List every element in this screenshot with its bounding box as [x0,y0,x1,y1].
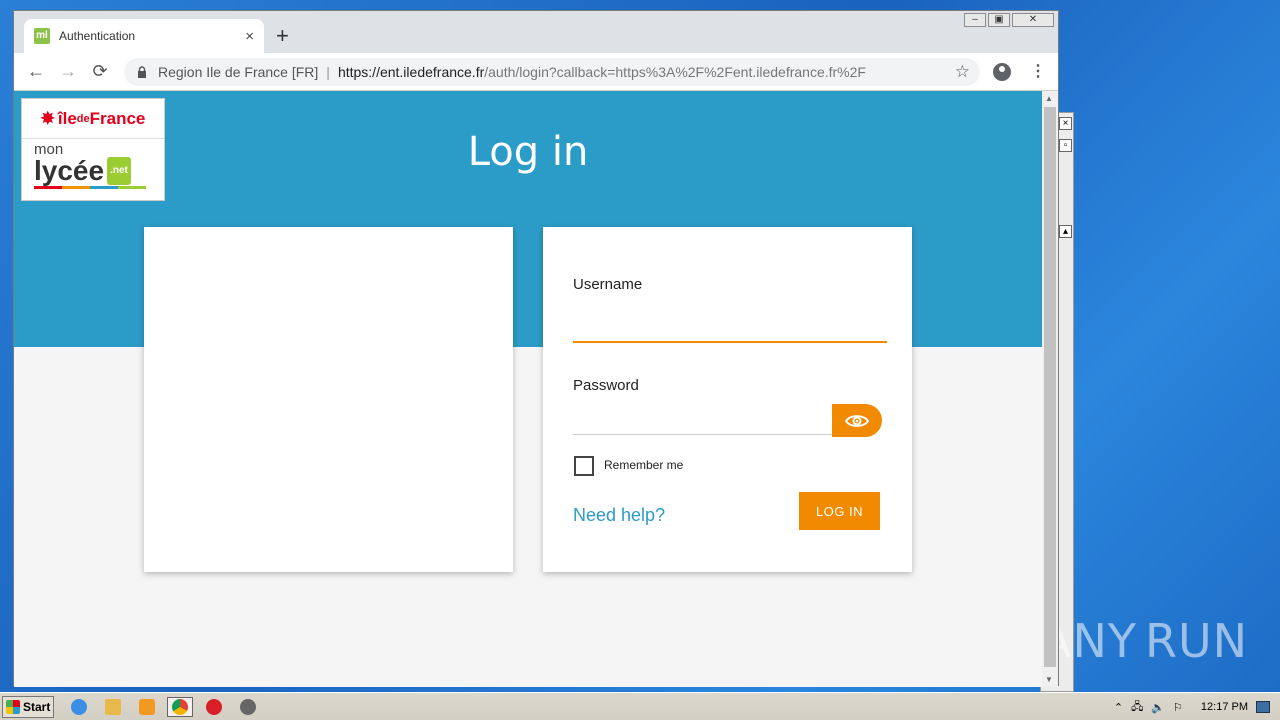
tab-bar: ml Authentication × + ‒ ▣ ✕ [14,11,1058,53]
page-title: Log in [467,129,589,175]
login-button[interactable]: LOG IN [799,492,880,530]
back-button[interactable]: ← [25,61,47,82]
window-controls: ‒ ▣ ✕ [964,13,1054,27]
site-identity: Region Ile de France [FR] [158,64,319,80]
start-label: Start [23,700,51,714]
logo-ile: île [57,108,77,128]
media-player-taskbar-icon[interactable] [134,697,160,717]
maximize-icon[interactable]: ▣ [988,13,1010,27]
explorer-taskbar-icon[interactable] [100,697,126,717]
bookmark-star-icon[interactable]: ☆ [955,62,970,82]
remember-me-label: Remember me [604,458,684,472]
opera-taskbar-icon[interactable] [201,697,227,717]
browser-toolbar: ← → ⟳ Region Ile de France [FR] | https:… [14,53,1058,91]
new-tab-button[interactable]: + [276,25,289,47]
show-password-button[interactable] [832,404,882,437]
watermark-right: RUN [1144,614,1249,668]
opera-icon [206,699,222,715]
bg-nav-icon[interactable]: ▴ [1059,225,1072,238]
logo-star-icon: ✸ [40,108,55,128]
close-window-icon[interactable]: ✕ [1012,13,1054,27]
ie-taskbar-icon[interactable] [66,697,92,717]
account-icon[interactable] [993,63,1011,81]
username-label: Username [573,276,643,293]
url-host: https://ent.iledefrance.fr [337,64,485,80]
remember-me-checkbox[interactable] [574,456,594,476]
bg-close-icon[interactable]: × [1059,117,1072,130]
menu-icon[interactable]: ⋮ [1030,61,1046,81]
password-input[interactable] [573,407,833,435]
logo-france: France [89,108,146,128]
username-input[interactable] [573,309,887,343]
need-help-link[interactable]: Need help? [573,505,665,526]
address-separator: | [326,64,330,80]
browser-window: ml Authentication × + ‒ ▣ ✕ ← → ⟳ Region… [13,10,1059,687]
ie-icon [71,699,87,715]
chrome-icon [172,699,188,715]
show-desktop-icon[interactable] [1256,701,1270,713]
logo-stripe [34,186,146,189]
tab-authentication[interactable]: ml Authentication × [24,19,264,53]
bg-scroll-icon[interactable]: ▫ [1059,139,1072,152]
clock[interactable]: 12:17 PM [1201,701,1248,713]
tray-expand-icon[interactable]: ⌃ [1114,701,1123,714]
scroll-thumb[interactable] [1044,107,1056,667]
scroll-up-icon[interactable]: ▲ [1045,94,1053,103]
tab-close-icon[interactable]: × [245,28,254,45]
media-icon [139,699,155,715]
lock-icon [138,66,146,78]
tab-title: Authentication [59,29,136,43]
address-bar[interactable]: Region Ile de France [FR] | https://ent.… [124,58,980,86]
volume-icon[interactable]: 🔈 [1151,701,1165,714]
windows-logo-icon [6,700,20,714]
forward-button[interactable]: → [57,61,79,82]
minimize-icon[interactable]: ‒ [964,13,986,27]
favicon-icon: ml [34,28,50,44]
page-scrollbar[interactable]: ▲ ▼ [1042,91,1058,687]
start-button[interactable]: Start [2,696,54,718]
chrome-taskbar-icon[interactable] [167,697,193,717]
eye-icon [845,414,869,427]
info-card [144,227,513,572]
password-label: Password [573,377,639,394]
page-content: ✸ île de France mon lycée .net Log in User… [14,91,1042,687]
app-icon [240,699,256,715]
app-taskbar-icon[interactable] [235,697,261,717]
login-form: Username Password Remember me Need help?… [543,227,912,572]
network-icon[interactable]: 🖧 [1131,698,1143,717]
system-tray: ⌃ 🖧 🔈 ⚐ 12:17 PM [1114,693,1280,720]
scroll-down-icon[interactable]: ▼ [1045,675,1053,684]
folder-icon [105,699,121,715]
flag-icon[interactable]: ⚐ [1173,701,1183,714]
logo-de: de [76,112,90,125]
reload-button[interactable]: ⟳ [89,61,111,82]
url-path: /auth/login?callback=https%3A%2F%2Fent.i… [484,64,866,80]
anyrun-watermark: ANY RUN [1040,606,1247,676]
taskbar: Start ⌃ 🖧 🔈 ⚐ 12:17 PM [0,692,1280,720]
